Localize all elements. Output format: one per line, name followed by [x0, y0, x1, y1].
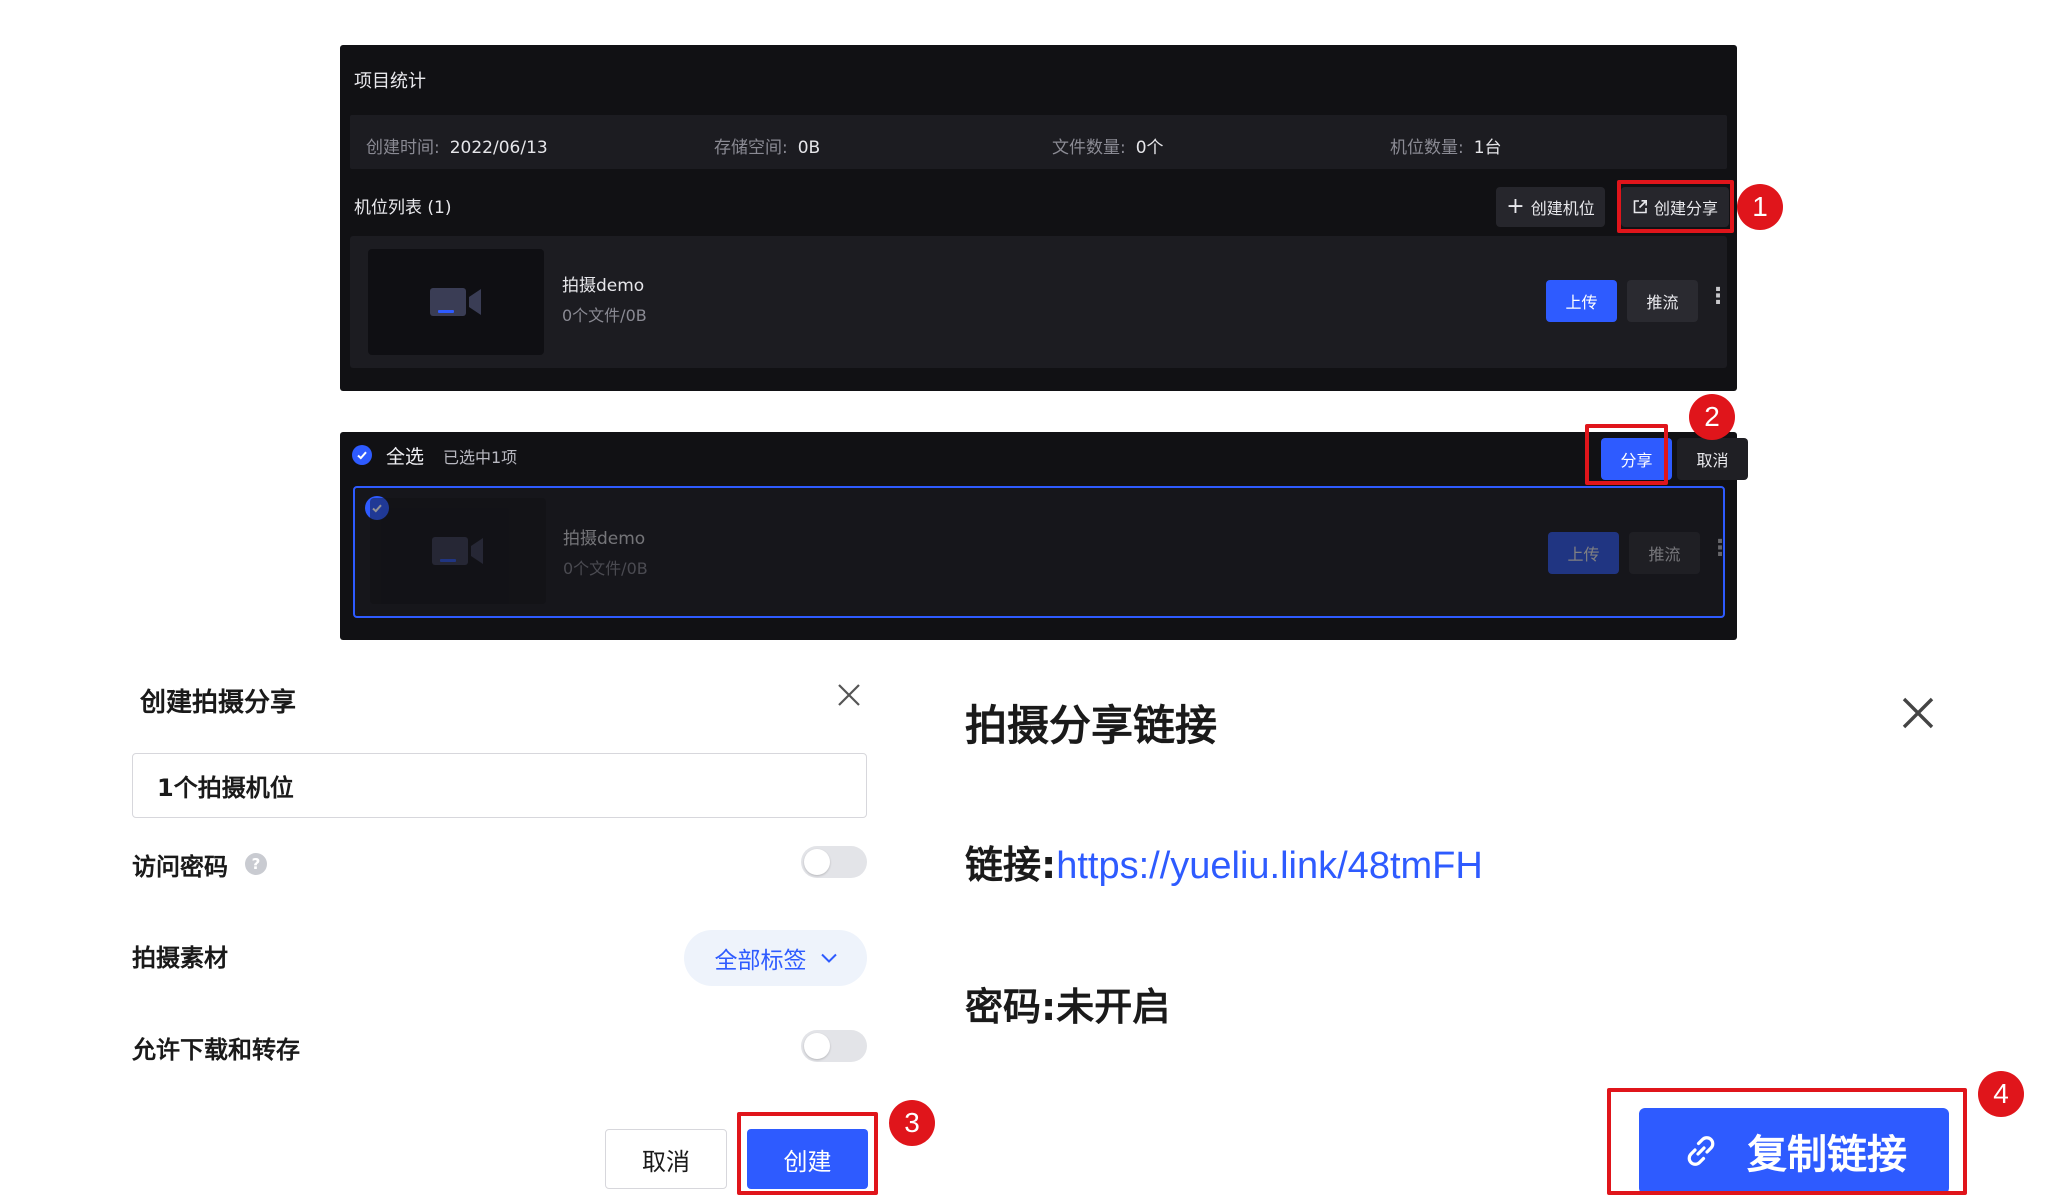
step-badge-1: 1 — [1737, 184, 1783, 230]
password-label: 访问密码 — [132, 853, 228, 881]
create-share-dialog-title: 创建拍摄分享 — [140, 688, 297, 718]
position-meta: 0个文件/0B — [562, 306, 647, 325]
stream-button: 推流 — [1629, 532, 1700, 574]
position-thumbnail — [370, 498, 546, 604]
password-row-label: 密码: — [965, 985, 1057, 1029]
stat-created: 创建时间: 2022/06/13 — [366, 133, 548, 158]
step-badge-4: 4 — [1978, 1071, 2024, 1117]
selection-panel: 全选 已选中1项 分享 取消 拍摄demo 0个文件/0B 上传 推流 ⋮ — [340, 432, 1748, 640]
download-toggle[interactable] — [801, 1030, 867, 1062]
stat-files: 文件数量: 0个 — [1052, 133, 1164, 158]
position-name: 拍摄demo — [562, 276, 645, 296]
stat-positions: 机位数量: 1台 — [1390, 133, 1502, 158]
position-name: 拍摄demo — [563, 529, 646, 549]
highlight-create — [737, 1112, 878, 1195]
stat-files-label: 文件数量: — [1052, 138, 1126, 158]
video-camera-icon — [432, 537, 483, 565]
help-icon[interactable]: ? — [245, 853, 267, 875]
highlight-share — [1585, 424, 1668, 485]
stat-positions-label: 机位数量: — [1390, 138, 1464, 158]
close-icon[interactable] — [834, 680, 864, 710]
checkmark-icon — [357, 451, 367, 460]
download-label: 允许下载和转存 — [132, 1036, 300, 1064]
stat-storage: 存储空间: 0B — [714, 133, 820, 158]
stat-storage-value: 0B — [797, 138, 821, 158]
material-label: 拍摄素材 — [132, 944, 228, 972]
create-position-button[interactable]: + 创建机位 — [1496, 187, 1605, 227]
plus-icon: + — [1506, 194, 1525, 219]
step-badge-3: 3 — [889, 1100, 935, 1146]
selected-position-row[interactable]: 拍摄demo 0个文件/0B 上传 推流 ⋮ — [353, 486, 1731, 618]
chevron-down-icon — [820, 953, 837, 963]
stats-bar: 创建时间: 2022/06/13 存储空间: 0B 文件数量: 0个 机位数量: 1台 — [350, 115, 1727, 169]
project-stats-panel: 项目统计 创建时间: 2022/06/13 存储空间: 0B 文件数量: 0个 机位数… — [340, 45, 1737, 391]
selected-count: 已选中1项 — [443, 448, 518, 467]
stream-button[interactable]: 推流 — [1627, 280, 1698, 322]
share-link-dialog-title: 拍摄分享链接 — [965, 701, 1218, 750]
share-link-row: 链接:https://yueliu.link/48tmFH — [965, 834, 1483, 889]
position-thumbnail — [368, 249, 544, 355]
share-link[interactable]: https://yueliu.link/48tmFH — [1056, 845, 1483, 887]
more-vertical-icon: ⋮ — [1709, 536, 1731, 561]
cancel-button[interactable]: 取消 — [605, 1129, 727, 1189]
position-meta: 0个文件/0B — [563, 559, 648, 578]
share-password-row: 密码:未开启 — [965, 976, 1170, 1031]
stat-files-value: 0个 — [1135, 138, 1164, 158]
upload-button[interactable]: 上传 — [1546, 280, 1617, 322]
step-badge-2: 2 — [1689, 394, 1735, 440]
position-row[interactable]: 拍摄demo 0个文件/0B 上传 推流 ⋮ — [350, 236, 1729, 368]
stat-storage-label: 存储空间: — [714, 138, 788, 158]
tags-select[interactable]: 全部标签 — [684, 930, 867, 986]
highlight-copy-link — [1607, 1088, 1967, 1195]
select-all-label[interactable]: 全选 — [386, 442, 424, 469]
stat-created-label: 创建时间: — [366, 138, 440, 158]
stat-positions-value: 1台 — [1473, 138, 1502, 158]
stat-created-value: 2022/06/13 — [449, 138, 548, 158]
tags-select-value: 全部标签 — [714, 948, 807, 974]
password-toggle[interactable] — [801, 846, 867, 878]
close-icon[interactable] — [1900, 695, 1936, 731]
more-vertical-icon[interactable]: ⋮ — [1707, 286, 1729, 308]
cancel-selection-button[interactable]: 取消 — [1677, 438, 1748, 480]
highlight-create-share — [1617, 180, 1734, 233]
select-all-checkbox[interactable] — [352, 445, 372, 465]
video-camera-icon — [430, 288, 481, 316]
link-label: 链接: — [965, 843, 1057, 887]
position-list-title: 机位列表 (1) — [354, 198, 452, 218]
upload-button: 上传 — [1548, 532, 1619, 574]
password-value: 未开启 — [1056, 985, 1171, 1029]
create-position-label: 创建机位 — [1530, 199, 1595, 218]
positions-field[interactable]: 1个拍摄机位 — [132, 753, 867, 818]
project-stats-title: 项目统计 — [354, 71, 426, 92]
